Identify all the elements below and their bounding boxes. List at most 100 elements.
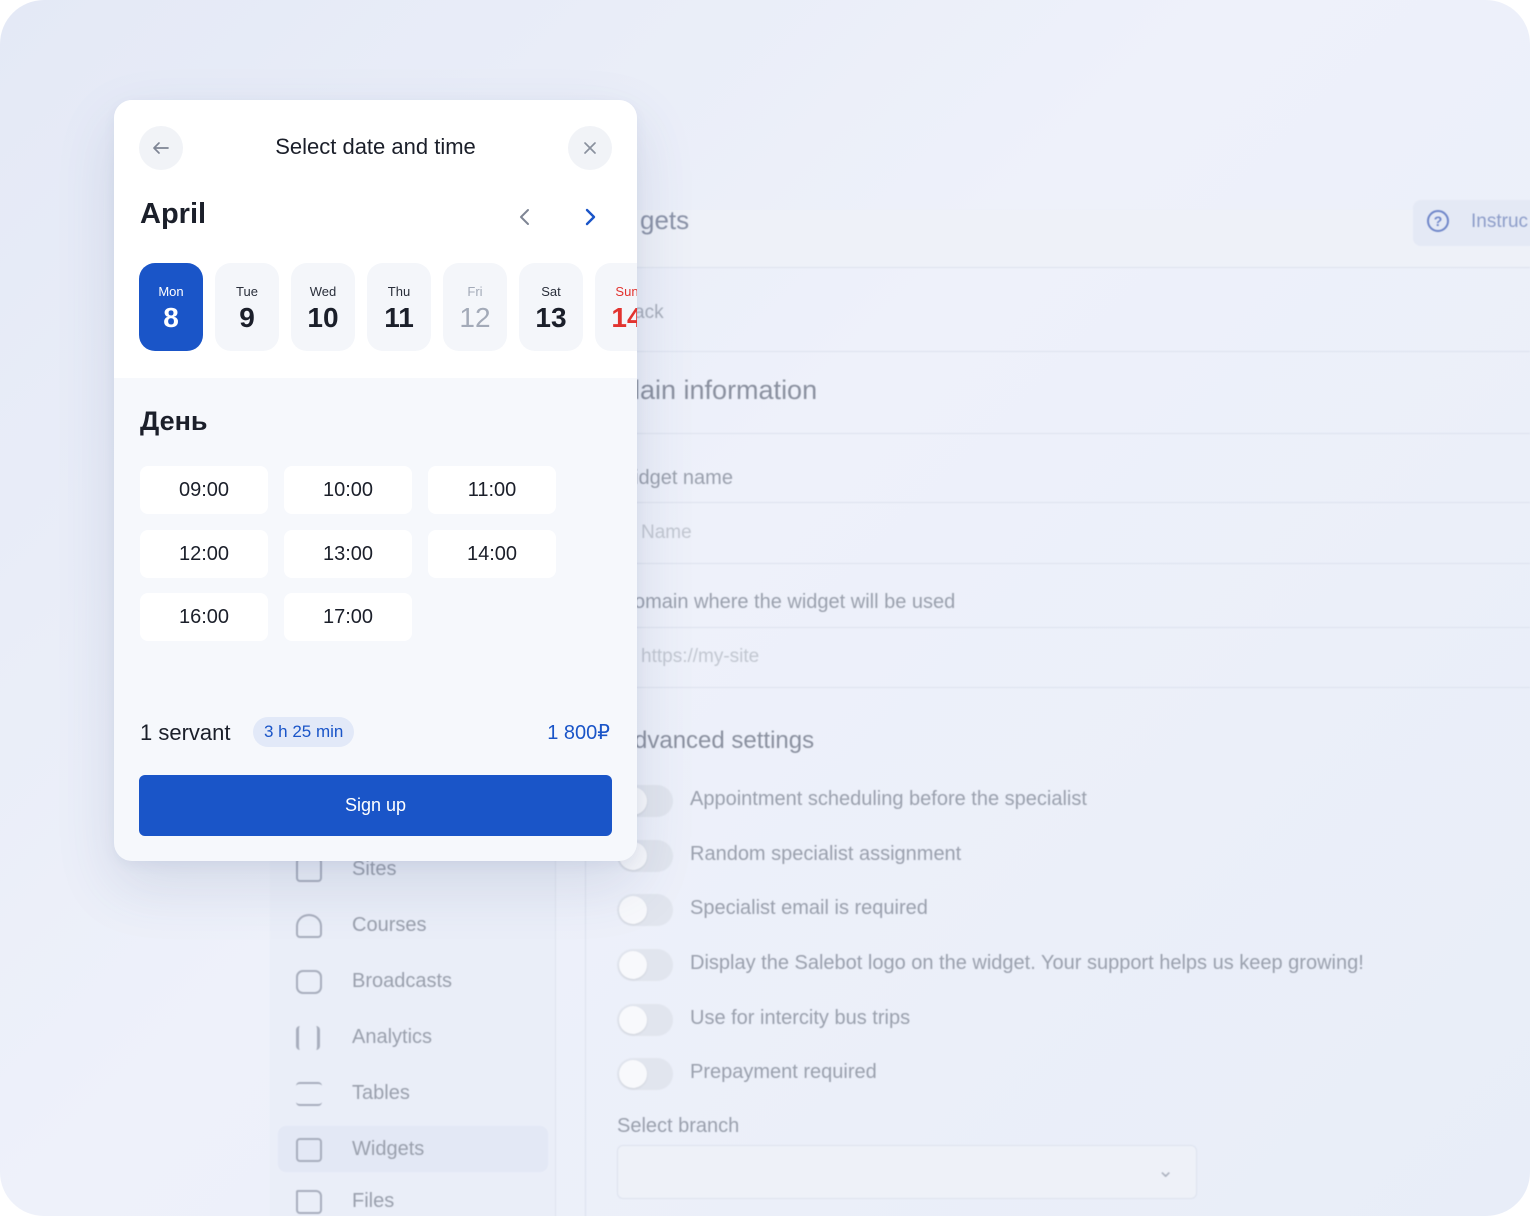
day-number: 12 — [459, 302, 491, 333]
app-frame: gets ? Instruc ack lain information idge… — [0, 0, 1530, 1216]
list-icon — [296, 1082, 322, 1106]
day-mon-8[interactable]: Mon 8 — [139, 263, 203, 351]
divider — [585, 502, 1530, 503]
day-sun-14[interactable]: Sun 14 — [595, 263, 637, 351]
time-slot[interactable]: 09:00 — [140, 466, 268, 514]
bar-chart-icon — [296, 1026, 320, 1050]
date-time-modal: Select date and time April Mon 8 Tue 9 W… — [114, 100, 637, 861]
day-number: 13 — [535, 302, 567, 333]
day-name: Tue — [236, 284, 258, 299]
toggle-label: Use for intercity bus trips — [690, 1007, 911, 1029]
calendar-icon — [296, 970, 322, 994]
day-number: 8 — [163, 302, 179, 333]
next-month-button[interactable] — [576, 203, 604, 231]
browser-icon — [296, 858, 322, 882]
time-slot[interactable]: 17:00 — [284, 593, 412, 641]
toggle-row[interactable]: Appointment scheduling before the specia… — [617, 784, 1497, 818]
toggle-switch[interactable] — [617, 1004, 673, 1036]
time-slot[interactable]: 12:00 — [140, 530, 268, 578]
help-icon: ? — [1427, 210, 1449, 232]
time-slot[interactable]: 11:00 — [428, 466, 556, 514]
branch-select[interactable]: ⌄ — [617, 1145, 1197, 1199]
toggle-label: Random specialist assignment — [690, 843, 962, 865]
duration-badge: 3 h 25 min — [253, 717, 355, 747]
modal-title: Select date and time — [275, 134, 476, 159]
toggle-switch[interactable] — [617, 894, 673, 926]
toggle-row[interactable]: Specialist email is required — [617, 893, 1497, 927]
day-number: 11 — [384, 302, 414, 333]
time-slot[interactable]: 14:00 — [428, 530, 556, 578]
sidebar-item-label: Widgets — [352, 1138, 425, 1160]
day-number: 14 — [611, 302, 637, 333]
sidebar-item-label: Analytics — [352, 1026, 433, 1048]
modal-header-area: Select date and time April Mon 8 Tue 9 W… — [114, 100, 637, 378]
widget-grid-icon — [296, 1138, 322, 1162]
sidebar-item-label: Files — [352, 1190, 395, 1212]
sidebar-item-tables[interactable]: Tables — [296, 1074, 546, 1114]
widget-name-input[interactable]: Name — [641, 522, 692, 544]
close-icon — [584, 142, 596, 154]
domain-label: omain where the widget will be used — [634, 591, 956, 613]
toggle-switch[interactable] — [617, 949, 673, 981]
close-button[interactable] — [568, 126, 612, 170]
day-strip: Mon 8 Tue 9 Wed 10 Thu 11 Fri 12 Sat 13 … — [139, 263, 637, 353]
day-name: Sun — [615, 284, 637, 299]
chevron-right-icon — [585, 208, 596, 226]
day-name: Mon — [158, 284, 184, 299]
toggle-row[interactable]: Display the Salebot logo on the widget. … — [617, 948, 1497, 982]
sidebar-item-label: Broadcasts — [352, 970, 453, 992]
sign-up-button[interactable]: Sign up — [139, 775, 612, 836]
advanced-settings-heading: dvanced settings — [634, 727, 815, 754]
day-name: Fri — [467, 284, 483, 299]
day-number: 9 — [239, 302, 255, 333]
prev-month-button[interactable] — [511, 203, 539, 231]
divider — [585, 687, 1530, 688]
period-heading: День — [140, 406, 208, 436]
page-header — [585, 210, 1530, 268]
toggle-row[interactable]: Prepayment required — [617, 1057, 1497, 1091]
day-fri-12: Fri 12 — [443, 263, 507, 351]
sidebar-item-files[interactable]: Files — [296, 1182, 546, 1216]
sidebar-item-analytics[interactable]: Analytics — [296, 1018, 546, 1058]
widget-name-label: idget name — [634, 467, 733, 489]
divider — [585, 840, 586, 1216]
servant-count: 1 servant — [140, 720, 231, 745]
time-slot[interactable]: 10:00 — [284, 466, 412, 514]
sidebar-item-widgets[interactable]: Widgets — [296, 1130, 546, 1170]
time-slot[interactable]: 13:00 — [284, 530, 412, 578]
sidebar-item-label: Courses — [352, 914, 427, 936]
sidebar-item-broadcasts[interactable]: Broadcasts — [296, 962, 546, 1002]
sidebar-item-courses[interactable]: Courses — [296, 906, 546, 946]
divider — [585, 627, 1530, 628]
toggle-label: Display the Salebot logo on the widget. … — [690, 952, 1364, 974]
toggle-row[interactable]: Use for intercity bus trips — [617, 1003, 1497, 1037]
day-name: Thu — [387, 284, 411, 299]
sidebar-item-label: Sites — [352, 858, 397, 880]
branch-label: Select branch — [617, 1115, 740, 1137]
month-label: April — [140, 198, 207, 230]
back-link[interactable]: ack — [634, 302, 664, 324]
divider — [585, 563, 1530, 564]
main-info-heading: lain information — [634, 375, 818, 405]
toggle-switch[interactable] — [617, 1058, 673, 1090]
toggle-row[interactable]: Random specialist assignment — [617, 839, 1497, 873]
folder-icon — [296, 1190, 322, 1214]
day-number: 10 — [307, 302, 339, 333]
domain-input[interactable]: https://my-site — [641, 646, 759, 668]
instructions-button[interactable]: ? Instruc — [1413, 200, 1530, 246]
chevron-left-icon — [520, 209, 529, 225]
day-tue-9[interactable]: Tue 9 — [215, 263, 279, 351]
day-sat-13[interactable]: Sat 13 — [519, 263, 583, 351]
instructions-label: Instruc — [1471, 211, 1529, 232]
day-thu-11[interactable]: Thu 11 — [367, 263, 431, 351]
sidebar-item-label: Tables — [352, 1082, 410, 1104]
graduation-cap-icon — [296, 914, 322, 938]
back-row — [585, 268, 1530, 352]
time-slot[interactable]: 16:00 — [140, 593, 268, 641]
divider — [585, 433, 1530, 434]
day-wed-10[interactable]: Wed 10 — [291, 263, 355, 351]
toggle-label: Prepayment required — [690, 1061, 877, 1083]
day-name: Wed — [309, 284, 337, 299]
price-label: 1 800₽ — [547, 722, 610, 744]
page-title: gets — [640, 205, 690, 235]
